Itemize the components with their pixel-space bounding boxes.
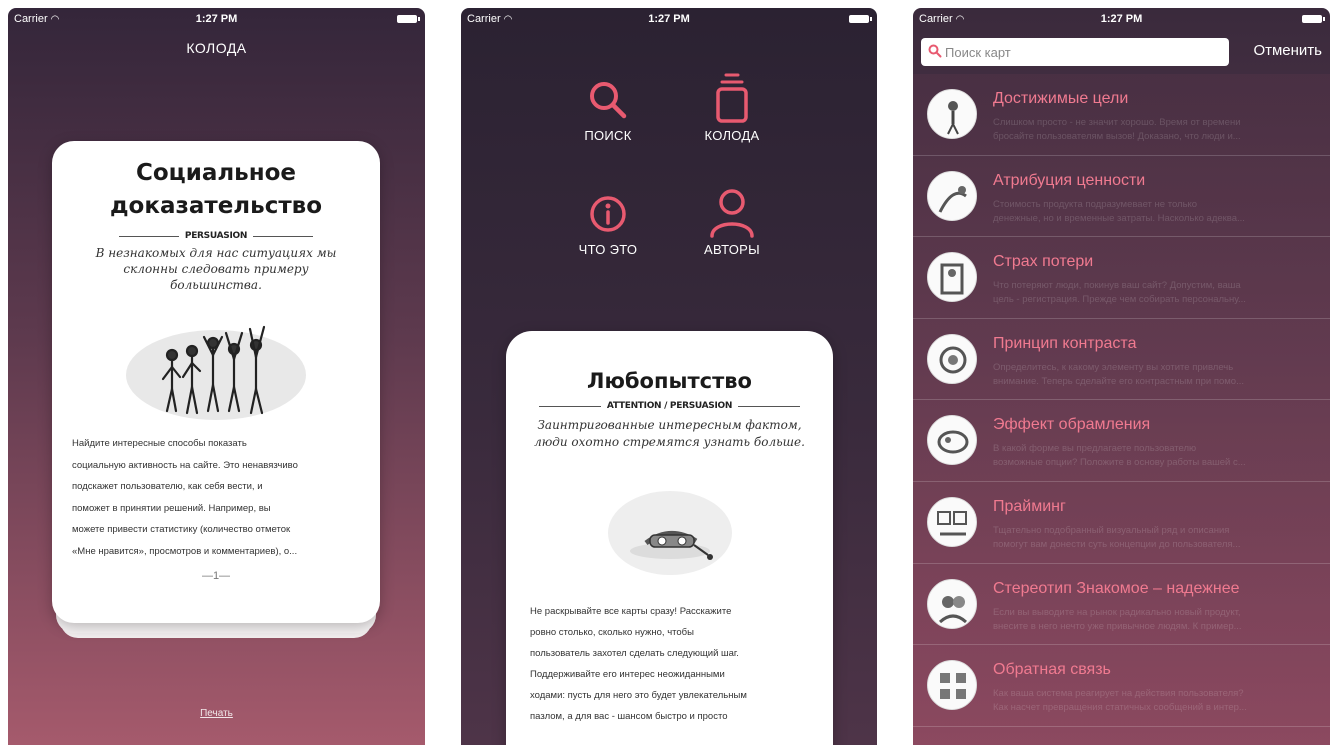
results-list: Достижимые цели Слишком просто - не знач… xyxy=(913,74,1330,745)
principle-card[interactable]: Социальное доказательство PERSUASION В н… xyxy=(52,141,380,623)
nav-title: КОЛОДА xyxy=(186,40,247,56)
card-thumbnail xyxy=(927,415,977,466)
menu-label-authors: АВТОРЫ xyxy=(704,242,760,257)
list-item[interactable]: Прайминг Тщательно подобранный визуальны… xyxy=(913,482,1330,564)
card-thumbnail xyxy=(927,333,977,384)
item-description: Стоимость продукта подразумевает не толь… xyxy=(993,198,1245,224)
principle-card[interactable]: Любопытство ATTENTION / PERSUASION Заинт… xyxy=(506,331,833,745)
clock: 1:27 PM xyxy=(195,13,238,25)
card-thumbnail xyxy=(927,496,977,547)
list-item[interactable]: Обратная связь Как ваша система реагируе… xyxy=(913,645,1330,727)
list-item[interactable]: Страх потери Что потеряют люди, покинув … xyxy=(913,237,1330,319)
crowd-illustration xyxy=(116,305,316,423)
deck-screen: Carrier ◠ 1:27 PM КОЛОДА Социальное доказ… xyxy=(8,8,425,745)
deck-icon xyxy=(716,73,748,123)
battery-icon xyxy=(1302,15,1325,23)
card-thumbnail xyxy=(927,170,977,221)
list-item[interactable]: Эффект обрамления В какой форме вы предл… xyxy=(913,400,1330,482)
list-item[interactable]: Принцип контраста Определитесь, к какому… xyxy=(913,319,1330,401)
person-icon xyxy=(710,189,754,238)
card-thumbnail xyxy=(927,660,977,711)
menu-item-search[interactable]: ПОИСК xyxy=(553,76,663,143)
item-description: Что потеряют люди, покинув ваш сайт? Доп… xyxy=(993,280,1246,306)
search-icon xyxy=(928,44,942,58)
item-title: Обратная связь xyxy=(993,661,1111,679)
item-title: Прайминг xyxy=(993,497,1066,515)
card-quote: Заинтригованные интересным фактом, люди … xyxy=(534,418,805,449)
menu-item-deck[interactable]: КОЛОДА xyxy=(677,72,787,143)
magnet-illustration xyxy=(600,465,740,583)
status-bar: Carrier ◠ 1:27 PM xyxy=(461,8,877,30)
item-title: Эффект обрамления xyxy=(993,416,1151,434)
battery-icon xyxy=(849,15,872,23)
card-tag-divider: PERSUASION xyxy=(52,231,380,241)
card-body: Не раскрывайте все карты сразу! Расскажи… xyxy=(530,606,747,722)
menu-label-search: ПОИСК xyxy=(584,128,632,143)
card-title: Любопытство xyxy=(587,369,752,393)
item-description: Если вы выводите на рынок радикально нов… xyxy=(993,606,1242,632)
battery-icon xyxy=(397,15,420,23)
status-bar: Carrier ◠ 1:27 PM xyxy=(8,8,425,30)
card-thumbnail xyxy=(927,252,977,303)
card-quote: В незнакомых для нас ситуациях мы склонн… xyxy=(95,246,337,292)
card-thumbnail xyxy=(927,578,977,629)
item-description: В какой форме вы предлагаете пользовател… xyxy=(993,443,1246,469)
cancel-button[interactable]: Отменить xyxy=(1253,42,1322,59)
clock: 1:27 PM xyxy=(1100,13,1143,25)
card-title: Социальное доказательство xyxy=(109,160,323,219)
item-title: Страх потери xyxy=(993,253,1094,271)
menu-label-deck: КОЛОДА xyxy=(704,128,760,143)
item-description: Тщательно подобранный визуальный ряд и о… xyxy=(993,524,1241,550)
card-body: Найдите интересные способы показать соци… xyxy=(72,438,298,557)
item-description: Как ваша система реагирует на действия п… xyxy=(993,688,1247,714)
card-tag: PERSUASION xyxy=(184,231,248,241)
search-bar xyxy=(921,38,1229,66)
search-screen: Carrier◠ 1:27 PM Отменить Достижимые цел… xyxy=(913,8,1330,745)
menu-item-authors[interactable]: АВТОРЫ xyxy=(677,186,787,257)
card-thumbnail xyxy=(927,89,977,139)
menu-item-about[interactable]: ЧТО ЭТО xyxy=(553,190,663,257)
print-link[interactable]: Печать xyxy=(8,708,425,719)
clock: 1:27 PM xyxy=(648,13,690,25)
item-title: Достижимые цели xyxy=(993,90,1129,107)
card-tag-divider: ATTENTION / PERSUASION xyxy=(506,401,833,411)
list-item[interactable]: Атрибуция ценности Стоимость продукта по… xyxy=(913,156,1330,238)
search-icon xyxy=(590,82,627,119)
item-title: Принцип контраста xyxy=(993,334,1137,352)
card-tag: ATTENTION / PERSUASION xyxy=(606,401,733,411)
item-description: Слишком просто - не значит хорошо. Время… xyxy=(993,117,1241,142)
page-number: —1— xyxy=(201,570,231,582)
status-bar: Carrier ◠ 1:27 PM xyxy=(913,8,1330,30)
menu-screen: Carrier ◠ 1:27 PM ПОИСК КОЛОДА ЧТО ЭТО АВ xyxy=(461,8,877,745)
list-item[interactable]: Стереотип Знакомое – надежнее Если вы вы… xyxy=(913,564,1330,646)
menu-label-about: ЧТО ЭТО xyxy=(578,242,638,257)
list-item[interactable]: Достижимые цели Слишком просто - не знач… xyxy=(913,74,1330,156)
item-title: Стереотип Знакомое – надежнее xyxy=(993,579,1240,597)
item-title: Атрибуция ценности xyxy=(993,171,1146,189)
info-icon xyxy=(590,196,626,232)
search-input[interactable] xyxy=(945,38,1225,66)
item-description: Определитесь, к какому элементу вы хотит… xyxy=(993,361,1244,387)
